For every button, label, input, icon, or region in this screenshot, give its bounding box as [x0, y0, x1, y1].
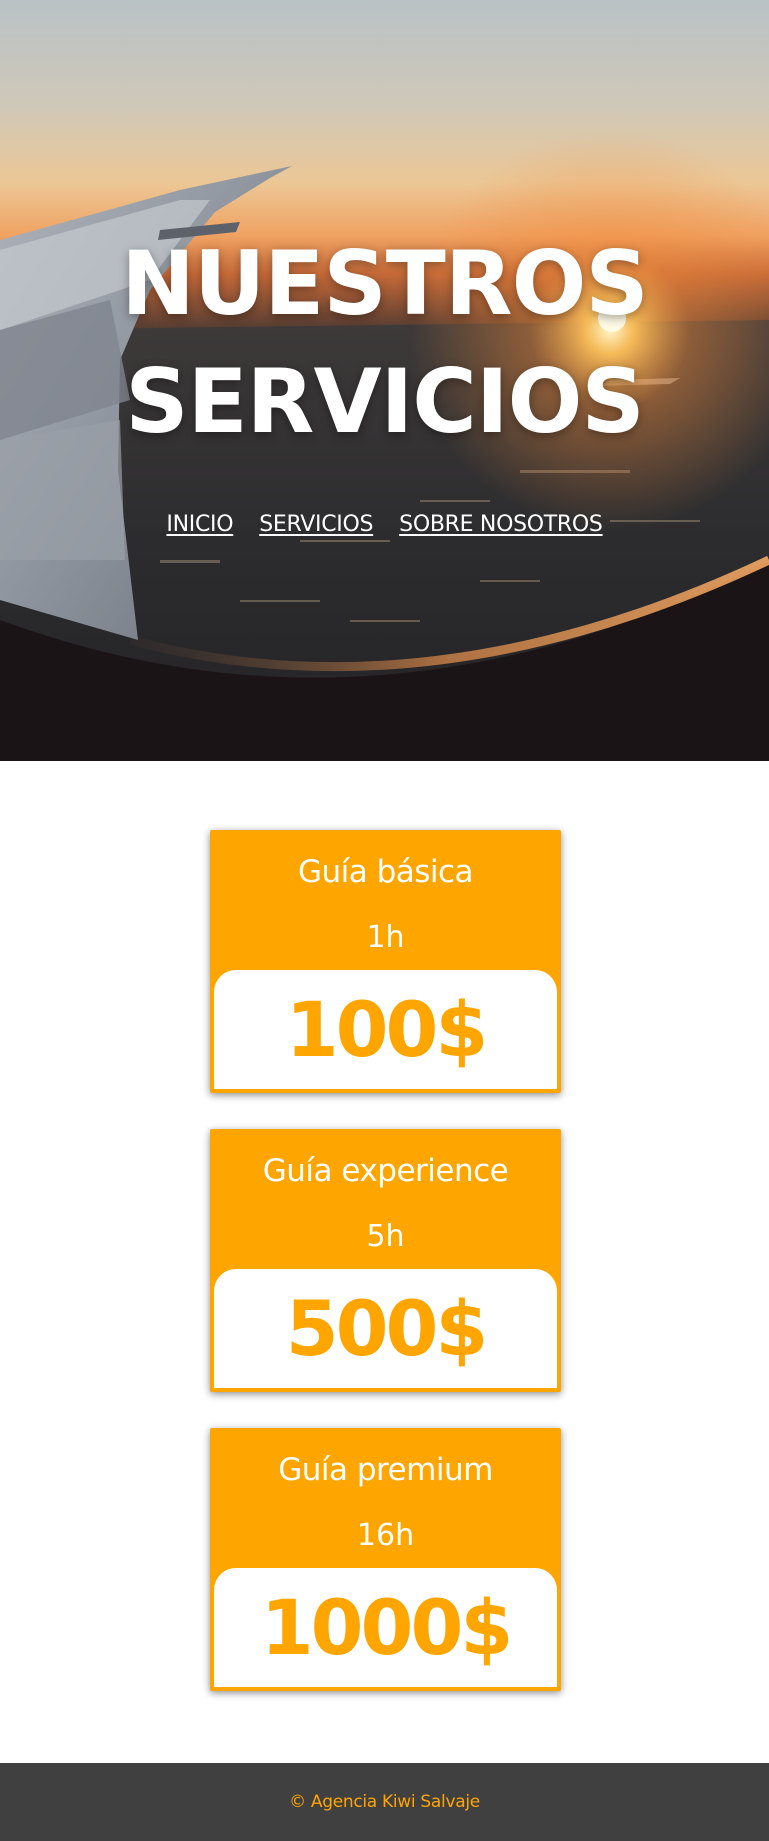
- service-duration: 1h: [366, 920, 405, 955]
- main-nav: INICIO SERVICIOS SOBRE NOSOTROS: [0, 512, 769, 537]
- price-box: 100$: [214, 970, 557, 1089]
- footer: © Agencia Kiwi Salvaje: [0, 1763, 769, 1841]
- service-card-basica: Guía básica 1h 100$: [210, 830, 561, 1093]
- service-name: Guía básica: [297, 854, 474, 890]
- price-box: 1000$: [214, 1568, 557, 1687]
- service-name: Guía premium: [278, 1452, 493, 1488]
- service-price: 100$: [285, 985, 489, 1074]
- service-card-experience: Guía experience 5h 500$: [210, 1129, 561, 1392]
- service-price: 1000$: [260, 1583, 513, 1672]
- page-title: NUESTROS SERVICIOS: [0, 225, 769, 461]
- service-duration: 16h: [356, 1518, 415, 1553]
- footer-copyright: © Agencia Kiwi Salvaje: [289, 1792, 480, 1812]
- price-box: 500$: [214, 1269, 557, 1388]
- service-duration: 5h: [366, 1219, 405, 1254]
- service-name: Guía experience: [262, 1153, 509, 1189]
- service-price: 500$: [285, 1284, 489, 1373]
- service-card-premium: Guía premium 16h 1000$: [210, 1428, 561, 1691]
- page-title-line-2: SERVICIOS: [125, 350, 645, 453]
- nav-link-servicios[interactable]: SERVICIOS: [259, 512, 373, 537]
- hero-banner: NUESTROS SERVICIOS INICIO SERVICIOS SOBR…: [0, 0, 769, 761]
- nav-link-sobre-nosotros[interactable]: SOBRE NOSOTROS: [399, 512, 603, 537]
- nav-link-inicio[interactable]: INICIO: [166, 512, 233, 537]
- page-title-line-1: NUESTROS: [121, 232, 649, 335]
